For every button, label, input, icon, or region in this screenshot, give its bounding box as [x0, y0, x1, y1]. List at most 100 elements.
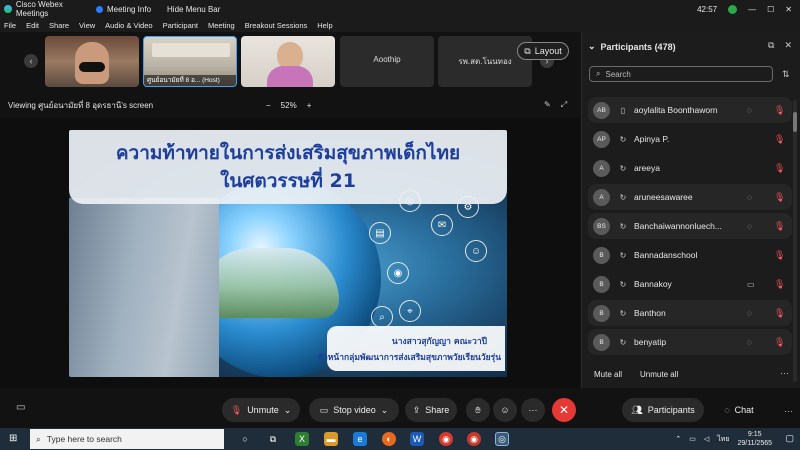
- chat-bubble-icon[interactable]: ◌: [747, 222, 752, 231]
- chat-bubble-icon[interactable]: ◌: [747, 193, 752, 202]
- volume-icon[interactable]: ◁: [704, 435, 709, 443]
- participants-button[interactable]: 👥︎ Participants: [622, 398, 704, 422]
- menu-edit[interactable]: Edit: [26, 21, 39, 30]
- face-mask: [79, 62, 105, 72]
- layout-button[interactable]: ⧉ Layout: [517, 42, 569, 60]
- search-placeholder: Search: [605, 69, 631, 79]
- close-icon[interactable]: ✕: [785, 5, 792, 14]
- meeting-info-button[interactable]: Meeting Info: [96, 5, 151, 14]
- unmute-all-button[interactable]: Unmute all: [640, 370, 678, 379]
- raise-hand-button[interactable]: ✋︎: [466, 398, 490, 422]
- chat-label: Chat: [734, 405, 754, 415]
- list-item[interactable]: AB ▯ aoylalita Boonthaworn ◌ 🎙︎: [588, 97, 792, 123]
- menu-audio-video[interactable]: Audio & Video: [105, 21, 152, 30]
- captions-icon[interactable]: ▭: [16, 402, 25, 413]
- tray-chevron-icon[interactable]: ⌃: [675, 435, 681, 443]
- list-item[interactable]: A ↻ aruneesawaree ◌ 🎙︎: [588, 184, 792, 210]
- menu-meeting[interactable]: Meeting: [208, 21, 235, 30]
- video-thumbnail-host[interactable]: ศูนย์อนามัยที่ 8 อ... (Host): [143, 36, 237, 87]
- list-item[interactable]: A ↻ areeya 🎙︎: [588, 155, 792, 181]
- network-icon[interactable]: ▭: [689, 435, 696, 443]
- participant-name: aruneesawaree: [634, 192, 693, 202]
- muted-mic-icon[interactable]: 🎙︎: [774, 337, 785, 348]
- firefox-icon[interactable]: ◐: [382, 432, 396, 446]
- list-item[interactable]: B ↻ Bannakoy ▭ 🎙︎: [588, 271, 792, 297]
- hide-menu-bar-button[interactable]: Hide Menu Bar: [167, 5, 220, 14]
- menu-breakout-sessions[interactable]: Breakout Sessions: [245, 21, 308, 30]
- system-clock[interactable]: 9:15 29/11/2565: [737, 430, 772, 448]
- mute-all-button[interactable]: Mute all: [594, 370, 622, 379]
- video-thumbnail-3[interactable]: [241, 36, 335, 87]
- menu-help[interactable]: Help: [317, 21, 332, 30]
- task-view-icon[interactable]: ⧉: [266, 432, 280, 446]
- muted-mic-icon[interactable]: 🎙︎: [774, 250, 785, 261]
- chrome-icon[interactable]: ◉: [439, 432, 453, 446]
- maximize-icon[interactable]: ☐: [767, 5, 774, 14]
- video-camera-icon[interactable]: ▭: [747, 280, 755, 289]
- participant-search-input[interactable]: ⌕ Search: [589, 66, 773, 82]
- word-icon[interactable]: W: [410, 432, 424, 446]
- muted-mic-icon[interactable]: 🎙︎: [774, 192, 785, 203]
- participant-clothing: [267, 66, 313, 87]
- leave-meeting-button[interactable]: ✕: [552, 398, 576, 422]
- close-panel-icon[interactable]: ✕: [784, 40, 792, 51]
- list-item[interactable]: BS ↻ Banchaiwannonluech... ◌ 🎙︎: [588, 213, 792, 239]
- annotate-icon[interactable]: ✎: [544, 100, 551, 110]
- menu-view[interactable]: View: [79, 21, 95, 30]
- list-item[interactable]: AP ↻ Apinya P. 🎙︎: [588, 126, 792, 152]
- chevron-down-icon[interactable]: ⌄: [381, 405, 389, 416]
- clock-date: 29/11/2565: [737, 440, 772, 447]
- muted-mic-icon[interactable]: 🎙︎: [774, 163, 785, 174]
- panel-more-icon[interactable]: ···: [780, 368, 789, 378]
- fit-screen-icon[interactable]: ⤢: [561, 100, 567, 110]
- list-item[interactable]: B ↻ Bannadanschool 🎙︎: [588, 242, 792, 268]
- share-button[interactable]: ⇪ Share: [405, 398, 457, 422]
- chevron-down-icon[interactable]: ⌄: [284, 405, 292, 416]
- muted-mic-icon[interactable]: 🎙︎: [774, 221, 785, 232]
- unmute-button[interactable]: 🎙︎ Unmute ⌄: [222, 398, 300, 422]
- webex-taskbar-icon[interactable]: ◎: [495, 432, 509, 446]
- reactions-button[interactable]: ☺: [493, 398, 517, 422]
- popout-icon[interactable]: ⧉: [768, 40, 774, 51]
- thumbnails-prev-button[interactable]: ‹: [24, 54, 38, 68]
- menu-file[interactable]: File: [4, 21, 16, 30]
- chat-bubble-icon[interactable]: ◌: [747, 309, 752, 318]
- stop-video-button[interactable]: ▭ Stop video ⌄: [309, 398, 399, 422]
- participant-name: Bannakoy: [634, 279, 672, 289]
- video-thumbnail-1[interactable]: [45, 36, 139, 87]
- muted-mic-icon[interactable]: 🎙︎: [774, 134, 785, 145]
- file-explorer-icon[interactable]: ▬: [324, 432, 338, 446]
- chat-button[interactable]: ◌ Chat: [712, 398, 766, 422]
- cortana-icon[interactable]: ○: [238, 432, 252, 446]
- notification-icon[interactable]: ▢: [785, 433, 794, 444]
- muted-mic-icon[interactable]: 🎙︎: [774, 279, 785, 290]
- chat-bubble-icon[interactable]: ◌: [747, 106, 752, 115]
- zoom-controls: − 52% +: [266, 101, 311, 110]
- zoom-in-button[interactable]: +: [307, 101, 312, 110]
- list-item[interactable]: B ↻ benyatip ◌ 🎙︎: [588, 329, 792, 355]
- sort-icon[interactable]: ⇅: [782, 69, 790, 80]
- scrollbar-thumb[interactable]: [793, 112, 797, 132]
- minimize-icon[interactable]: —: [748, 5, 756, 14]
- video-thumbnail-rpst[interactable]: รพ.สต.โนนทอง: [438, 36, 532, 87]
- more-icon[interactable]: ···: [784, 406, 793, 416]
- chrome-profile-icon[interactable]: ◉: [467, 432, 481, 446]
- muted-mic-icon[interactable]: 🎙︎: [774, 105, 785, 116]
- excel-icon[interactable]: X: [295, 432, 309, 446]
- menu-participant[interactable]: Participant: [163, 21, 198, 30]
- chat-bubble-icon[interactable]: ◌: [747, 338, 752, 347]
- more-options-button[interactable]: ···: [521, 398, 545, 422]
- edge-icon[interactable]: e: [353, 432, 367, 446]
- collapse-chevron-icon[interactable]: ⌄: [588, 41, 596, 52]
- list-item[interactable]: B ↻ Banthon ◌ 🎙︎: [588, 300, 792, 326]
- participants-header[interactable]: ⌄ Participants (478): [588, 41, 676, 52]
- taskbar-search-input[interactable]: ⌕ Type here to search: [30, 429, 224, 449]
- muted-mic-icon[interactable]: 🎙︎: [774, 308, 785, 319]
- participant-list-scrollbar[interactable]: [793, 100, 797, 382]
- mail-icon: ✉: [431, 214, 453, 236]
- video-thumbnail-aoothip[interactable]: Aoothip: [340, 36, 434, 87]
- language-indicator[interactable]: ไทย: [717, 434, 729, 445]
- windows-start-icon[interactable]: ⊞: [9, 433, 17, 444]
- menu-share[interactable]: Share: [49, 21, 69, 30]
- zoom-out-button[interactable]: −: [266, 101, 271, 110]
